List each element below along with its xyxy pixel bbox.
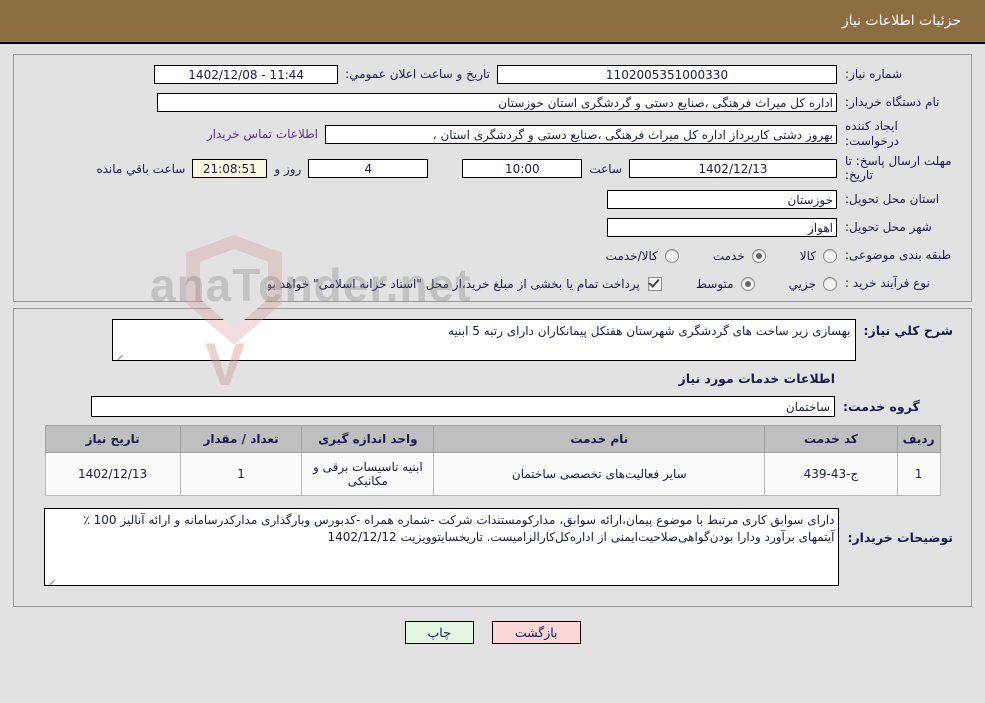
table-col-need-date: تاریخ نیاز (44, 425, 181, 453)
table-col-service-name: نام خدمت (433, 425, 766, 453)
delivery-province-field[interactable]: خوزستان (607, 190, 837, 210)
need-number-label: شماره نیاز: (845, 66, 902, 81)
print-button[interactable]: چاپ (404, 621, 474, 644)
description-row: شرح کلي نیاز: بهسازی زیر ساخت های گردشگر… (32, 319, 953, 361)
category-label: طبقه بندی موضوعی: (845, 248, 952, 263)
purchase-type-radio-group: جزیي متوسط (662, 276, 837, 291)
need-number-row: شماره نیاز: 1102005351000330 تاریخ و ساع… (32, 63, 953, 85)
radio-icon[interactable] (664, 248, 679, 263)
category-option-kala-khedmat-label: کالا/خدمت (605, 248, 658, 263)
delivery-city-row: شهر محل تحویل: اهواز (32, 217, 953, 239)
page-header: جزئیات اطلاعات نیاز (0, 0, 985, 44)
cell-need-date: 1402/12/13 (44, 452, 181, 496)
buyer-org-label: نام دستگاه خریدار: (845, 94, 940, 109)
radio-icon-selected[interactable] (740, 276, 755, 291)
page-title: جزئیات اطلاعات نیاز (841, 13, 961, 29)
cell-unit: ابنیه تاسیسات برقی و مکانیکی (301, 452, 435, 496)
radio-icon-selected[interactable] (751, 248, 766, 263)
purchase-type-option-motevaset-label: متوسط (695, 276, 734, 291)
category-option-kala-label: کالا (799, 248, 816, 263)
public-announce-label: تاریخ و ساعت اعلان عمومي: (345, 67, 490, 81)
creator-label: ایجاد کننده درخواست: (845, 119, 899, 148)
resize-grip-icon (115, 349, 125, 360)
buyer-notes-textarea[interactable]: دارای سوابق کاری مرتبط با موضوع پیمان،ار… (44, 508, 840, 586)
delivery-city-field[interactable]: اهواز (607, 218, 837, 238)
table-header-row: ردیف کد خدمت نام خدمت واحد اندازه گیری ت… (44, 425, 941, 453)
delivery-city-label: شهر محل تحویل: (845, 220, 932, 235)
category-row: طبقه بندی موضوعی: کالا خدمت کالا/خدمت (32, 245, 953, 267)
category-option-kala-khedmat[interactable]: کالا/خدمت (605, 248, 679, 263)
deadline-countdown-timer: 21:08:51 (192, 159, 268, 179)
cell-service-name: سایر فعالیت‌های تخصصی ساختمان (433, 452, 766, 496)
services-table: ردیف کد خدمت نام خدمت واحد اندازه گیری ت… (44, 425, 941, 496)
description-textarea[interactable]: بهسازی زیر ساخت های گردشگری شهرستان هفتک… (111, 319, 856, 361)
purchase-type-option-jozei-label: جزیي (788, 276, 816, 291)
cell-row-no: 1 (896, 452, 941, 496)
services-section-heading: اطلاعات خدمات مورد نیاز (678, 371, 836, 386)
buyer-notes-label: توضیحات خریدار: (847, 530, 953, 545)
cell-service-code: ج-43-439 (764, 452, 898, 496)
deadline-days-field: 4 (308, 159, 429, 179)
purchase-type-option-motevaset[interactable]: متوسط (695, 276, 755, 291)
creator-row: ایجاد کننده درخواست: بهروز دشتی کاربرداز… (32, 119, 953, 149)
table-col-unit: واحد اندازه گیری (301, 425, 435, 453)
deadline-hour-field[interactable]: 10:00 (462, 159, 583, 179)
radio-icon[interactable] (823, 248, 837, 263)
public-announce-field[interactable]: 11:44 - 1402/12/08 (154, 64, 339, 84)
table-col-quantity: تعداد / مقدار (179, 425, 303, 453)
purchase-type-option-jozei[interactable]: جزیي (788, 276, 837, 291)
deadline-label: مهلت ارسال پاسخ: تا تاریخ: (845, 154, 952, 182)
need-details-panel: شرح کلي نیاز: بهسازی زیر ساخت های گردشگر… (13, 308, 972, 607)
buyer-org-field[interactable]: اداره کل میراث فرهنگی ،صنایع دستی و گردش… (157, 92, 837, 112)
deadline-timer-label: ساعت باقي مانده (96, 161, 186, 176)
buyer-org-row: نام دستگاه خریدار: اداره کل میراث فرهنگی… (32, 91, 953, 113)
need-number-field[interactable]: 1102005351000330 (497, 64, 837, 84)
payment-treasury-note: پرداخت تمام یا بخشی از مبلغ خرید،از محل … (257, 276, 640, 291)
table-row: 1 ج-43-439 سایر فعالیت‌های تخصصی ساختمان… (44, 452, 941, 496)
resize-grip-icon (47, 574, 57, 585)
category-radio-group: کالا خدمت کالا/خدمت (572, 248, 837, 263)
payment-treasury-checkbox[interactable] (647, 276, 662, 291)
creator-field[interactable]: بهروز دشتی کاربرداز اداره کل میراث فرهنگ… (325, 124, 837, 144)
service-group-label: گروه خدمت: (843, 399, 920, 414)
delivery-province-label: استان محل تحویل: (845, 192, 940, 207)
description-label: شرح کلي نیاز: (863, 323, 953, 338)
purchase-type-row: نوع فرآیند خرید : جزیي متوسط پرداخت تمام… (32, 273, 953, 295)
deadline-row: مهلت ارسال پاسخ: تا تاریخ: 1402/12/13 سا… (32, 154, 953, 183)
need-info-panel: شماره نیاز: 1102005351000330 تاریخ و ساع… (13, 54, 972, 302)
purchase-type-label: نوع فرآیند خرید : (845, 276, 930, 291)
cell-quantity: 1 (179, 452, 303, 496)
deadline-hour-label: ساعت (589, 161, 622, 176)
category-option-khedmat[interactable]: خدمت (712, 248, 766, 263)
service-group-row: گروه خدمت: ساختمان (32, 396, 953, 417)
category-option-khedmat-label: خدمت (712, 248, 745, 263)
return-button[interactable]: بازگشت (491, 621, 581, 644)
table-col-row-no: ردیف (896, 425, 941, 453)
deadline-date-field[interactable]: 1402/12/13 (629, 159, 837, 179)
radio-icon[interactable] (823, 276, 837, 291)
footer-actions: بازگشت چاپ (0, 621, 985, 644)
buyer-notes-row: توضیحات خریدار: دارای سوابق کاری مرتبط ب… (32, 508, 953, 586)
service-group-field[interactable]: ساختمان (91, 396, 835, 417)
delivery-province-row: استان محل تحویل: خوزستان (32, 189, 953, 211)
category-option-kala[interactable]: کالا (799, 248, 837, 263)
buyer-contact-link[interactable]: اطلاعات تماس خریدار (207, 127, 325, 141)
table-col-service-code: کد خدمت (764, 425, 898, 453)
deadline-days-label: روز و (274, 161, 302, 176)
